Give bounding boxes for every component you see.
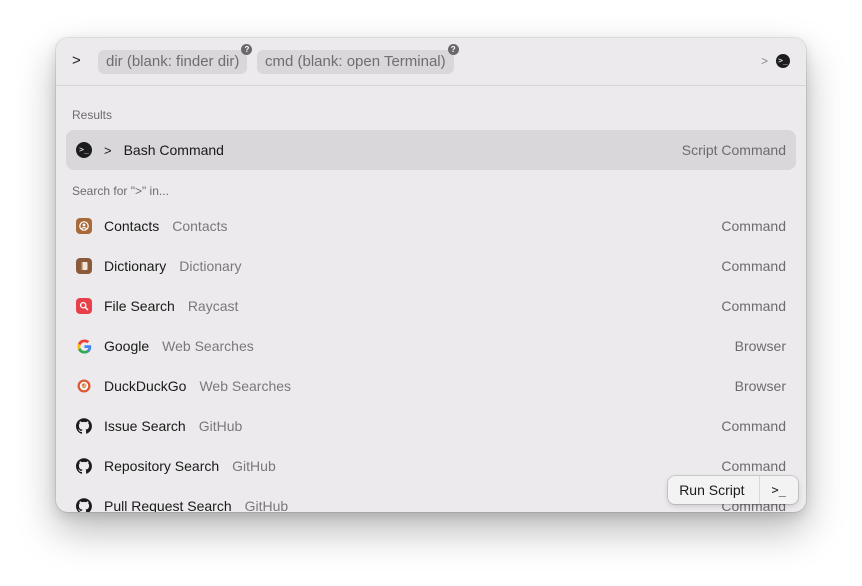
section-header-results: Results (72, 108, 113, 122)
list-item[interactable]: DuckDuckGo Web Searches Browser (66, 366, 796, 406)
item-accessory: Command (721, 218, 786, 234)
item-subtitle: Web Searches (162, 338, 254, 354)
list-item[interactable]: File Search Raycast Command (66, 286, 796, 326)
terminal-shortcut-icon[interactable]: >_ (760, 476, 798, 504)
item-title: File Search (104, 298, 175, 314)
item-subtitle: GitHub (244, 498, 289, 512)
search-bar[interactable]: > dir (blank: finder dir) ? cmd (blank: … (56, 38, 806, 86)
item-title: Pull Request Search (104, 498, 232, 512)
terminal-icon: >_ (776, 54, 790, 68)
item-accessory: Command (721, 418, 786, 434)
argument-dir-placeholder: dir (blank: finder dir) (106, 53, 240, 70)
search-input[interactable]: > (72, 52, 81, 69)
argument-cmd-field[interactable]: cmd (blank: open Terminal) ? (257, 44, 459, 74)
contacts-icon (76, 218, 92, 234)
section-header-search-for: Search for ">" in... (72, 184, 169, 198)
item-prefix: > (104, 142, 112, 158)
item-accessory: Command (721, 298, 786, 314)
item-subtitle: Raycast (187, 298, 239, 314)
item-title: Dictionary (104, 258, 167, 274)
list-item-bash-command[interactable]: >_ > Bash Command Script Command (66, 130, 796, 170)
item-title: Contacts (104, 218, 160, 234)
item-accessory: Browser (734, 378, 786, 394)
duckduckgo-icon (76, 378, 92, 394)
item-accessory: Browser (734, 338, 786, 354)
selected-command-hint: > >_ (761, 54, 790, 68)
launcher-window: > dir (blank: finder dir) ? cmd (blank: … (56, 38, 806, 512)
item-accessory: Script Command (681, 142, 786, 158)
item-title: Bash Command (123, 142, 224, 158)
item-title: DuckDuckGo (104, 378, 187, 394)
run-script-button[interactable]: Run Script (668, 476, 760, 504)
item-subtitle: Web Searches (199, 378, 292, 394)
argument-cmd-placeholder: cmd (blank: open Terminal) (265, 53, 446, 70)
list-item[interactable]: Dictionary Dictionary Command (66, 246, 796, 286)
item-accessory: Command (721, 258, 786, 274)
github-icon (76, 458, 92, 474)
item-subtitle: Dictionary (179, 258, 242, 274)
help-icon[interactable]: ? (447, 44, 459, 55)
action-bar: Run Script >_ (668, 476, 798, 504)
item-title: Repository Search (104, 458, 220, 474)
item-title: Google (104, 338, 150, 354)
item-subtitle: Contacts (172, 218, 228, 234)
github-icon (76, 418, 92, 434)
terminal-icon: >_ (76, 142, 92, 158)
argument-dir-field[interactable]: dir (blank: finder dir) ? (98, 44, 253, 74)
item-title: Issue Search (104, 418, 186, 434)
chevron-icon: > (760, 54, 768, 68)
github-icon (76, 498, 92, 512)
help-icon[interactable]: ? (241, 44, 253, 55)
file-search-icon (76, 298, 92, 314)
google-icon (76, 338, 92, 354)
list-item[interactable]: Google Web Searches Browser (66, 326, 796, 366)
item-accessory: Command (721, 458, 786, 474)
item-subtitle: GitHub (232, 458, 276, 474)
list-item[interactable]: Issue Search GitHub Command (66, 406, 796, 446)
list-item[interactable]: Contacts Contacts Command (66, 206, 796, 246)
item-subtitle: GitHub (198, 418, 243, 434)
dictionary-icon (76, 258, 92, 274)
